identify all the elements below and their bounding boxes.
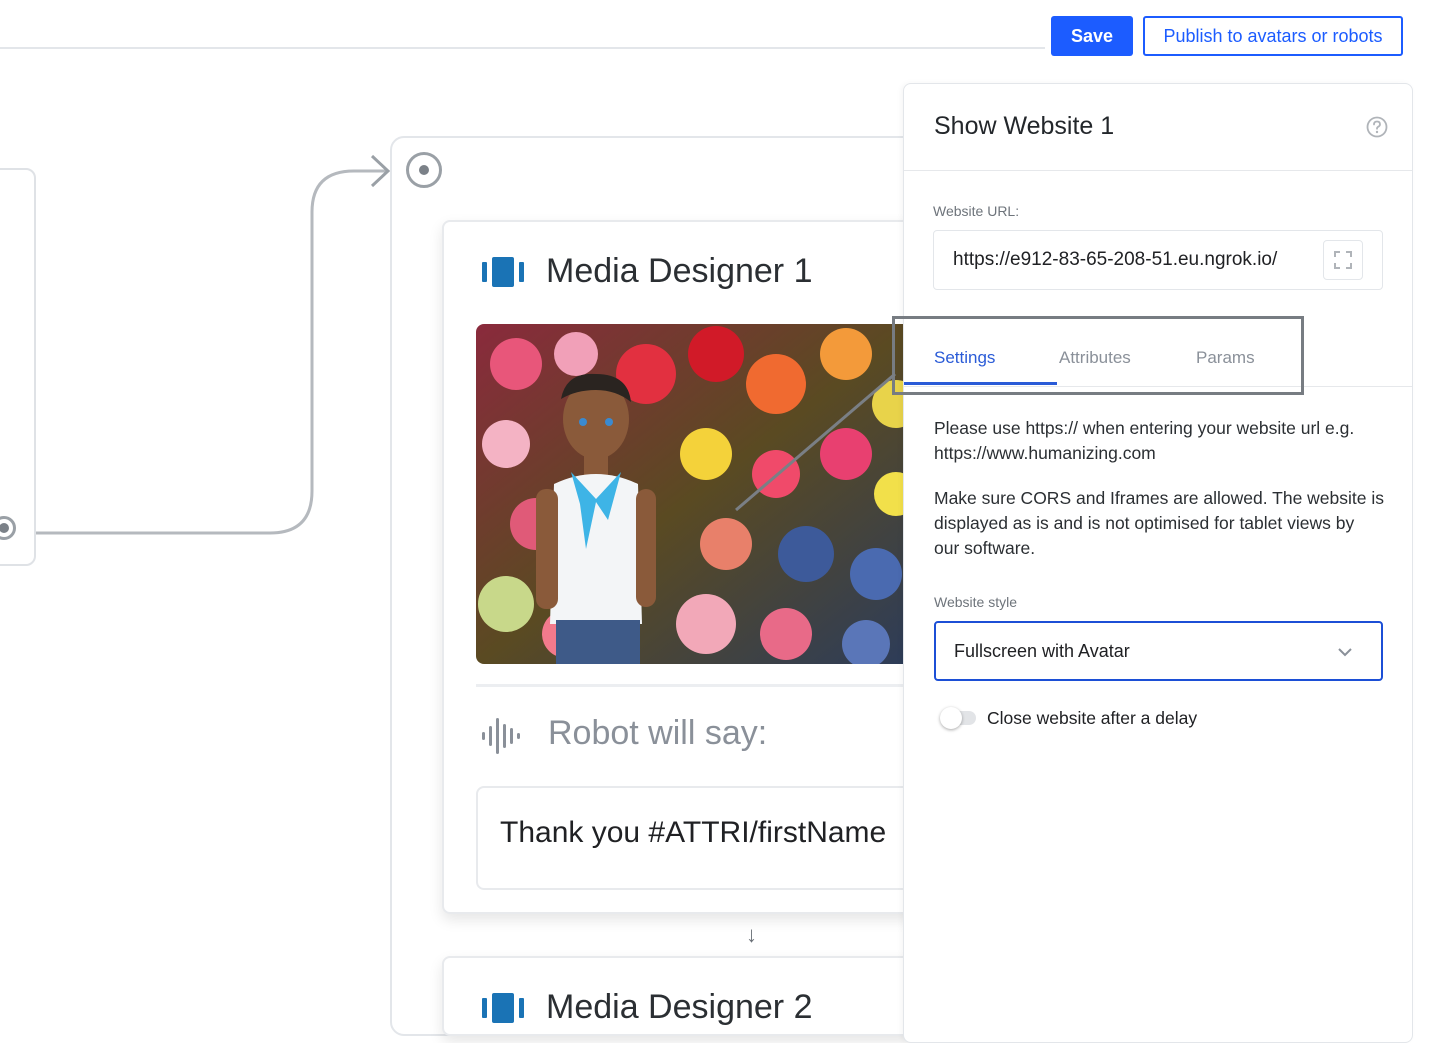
media-icon [482,993,524,1023]
tab-params[interactable]: Params [1196,348,1255,368]
node-title: Media Designer 1 [546,252,813,290]
help-icon[interactable] [1366,116,1388,138]
url-label: Website URL: [933,203,1020,219]
website-url-field[interactable]: https://e912-83-65-208-51.eu.ngrok.io/ [933,230,1383,290]
tab-attributes[interactable]: Attributes [1059,348,1131,368]
annotation-pointer [735,372,896,512]
media-icon [482,257,524,287]
url-help-text: Please use https:// when entering your w… [934,418,1355,463]
robot-say-label: Robot will say: [548,714,768,752]
cors-help-text: Make sure CORS and Iframes are allowed. … [934,488,1385,558]
node-divider [476,684,916,687]
speech-text: Thank you #ATTRI/firstName [500,816,887,849]
expand-button[interactable] [1323,240,1363,280]
website-url-value[interactable]: https://e912-83-65-208-51.eu.ngrok.io/ [953,249,1299,271]
media-designer-node[interactable]: Media Designer 1 Robot will say: Thank y… [442,220,942,914]
media-designer-node[interactable]: Media Designer 2 [442,956,942,1036]
tab-settings[interactable]: Settings [934,348,995,368]
active-tab-indicator [904,382,1057,385]
node-title: Media Designer 2 [546,988,813,1026]
toolbar: Save Publish to avatars or robots [1051,16,1403,56]
connection-line [36,154,391,535]
tabs-bar: Settings Attributes Params [904,320,1412,387]
down-arrow-icon: ↓ [746,922,757,947]
properties-panel: Show Website 1 Website URL: https://e912… [903,83,1413,1043]
chevron-down-icon [1338,648,1352,657]
sound-wave-icon [482,718,520,754]
start-port-icon[interactable] [406,152,442,188]
expand-icon [1334,251,1352,269]
website-style-value: Fullscreen with Avatar [954,641,1130,661]
close-delay-label: Close website after a delay [987,708,1198,728]
close-delay-toggle[interactable] [940,707,976,729]
panel-header: Show Website 1 [904,84,1412,171]
save-button[interactable]: Save [1051,16,1133,56]
website-style-label: Website style [934,594,1017,610]
publish-button[interactable]: Publish to avatars or robots [1143,16,1403,56]
panel-title: Show Website 1 [934,112,1115,140]
toggle-knob [940,707,962,729]
speech-text-box[interactable]: Thank you #ATTRI/firstName [476,786,940,890]
website-style-select[interactable]: Fullscreen with Avatar [934,621,1383,681]
